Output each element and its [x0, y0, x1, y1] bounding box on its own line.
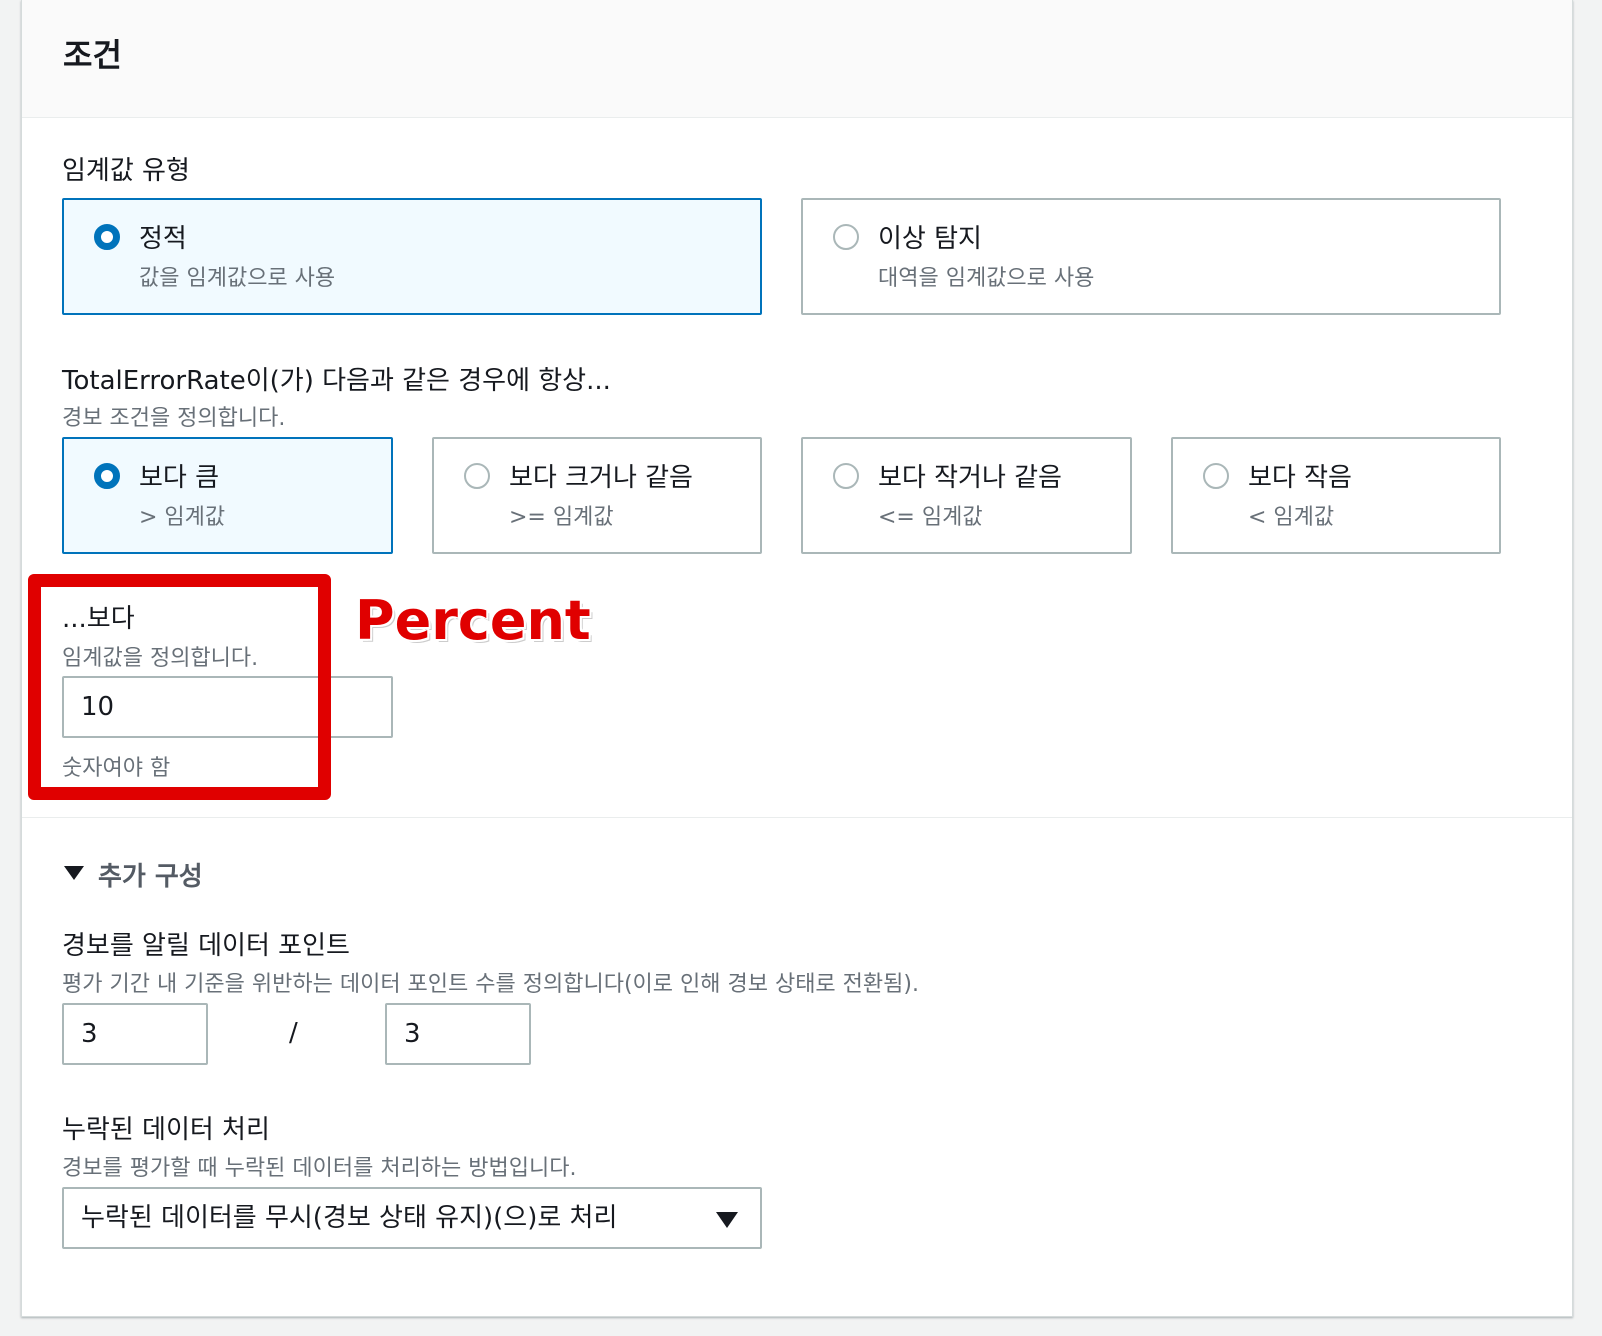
tile-title: 정적 [139, 224, 187, 254]
tile-description: 값을 임계값으로 사용 [139, 266, 336, 291]
panel-header: 조건 [22, 0, 1572, 118]
datapoints-input-a[interactable]: 3 [62, 1003, 208, 1065]
condition-greater-tile[interactable]: 보다 큼 > 임계값 [62, 437, 393, 554]
caret-down-icon[interactable] [64, 866, 84, 880]
tile-description: > 임계값 [139, 505, 226, 530]
condition-less-equal-tile[interactable]: 보다 작거나 같음 <= 임계값 [801, 437, 1132, 554]
datapoints-input-b[interactable]: 3 [385, 1003, 531, 1065]
caret-down-icon [716, 1212, 738, 1228]
tile-title: 보다 작거나 같음 [878, 463, 1062, 493]
missing-data-selected-value: 누락된 데이터를 무시(경보 상태 유지)(으)로 처리 [81, 1203, 618, 1233]
radio-static[interactable] [94, 224, 120, 250]
datapoints-separator: / [289, 1018, 298, 1048]
missing-data-label: 누락된 데이터 처리 [62, 1115, 270, 1145]
datapoints-description: 평가 기간 내 기준을 위반하는 데이터 포인트 수를 정의합니다(이로 인해 … [62, 972, 919, 997]
datapoints-label: 경보를 알릴 데이터 포인트 [62, 931, 350, 961]
section-divider [22, 817, 1572, 818]
threshold-type-label: 임계값 유형 [62, 156, 190, 186]
tile-title: 이상 탐지 [878, 224, 982, 254]
condition-greater-equal-tile[interactable]: 보다 크거나 같음 >= 임계값 [432, 437, 762, 554]
panel-title: 조건 [63, 36, 122, 74]
radio-less-equal[interactable] [833, 463, 859, 489]
tile-description: >= 임계값 [509, 505, 614, 530]
condition-description: 경보 조건을 정의합니다. [62, 406, 286, 431]
threshold-type-static-tile[interactable]: 정적 값을 임계값으로 사용 [62, 198, 762, 315]
tile-description: <= 임계값 [878, 505, 983, 530]
tile-description: 대역을 임계값으로 사용 [878, 266, 1095, 291]
missing-data-description: 경보를 평가할 때 누락된 데이터를 처리하는 방법입니다. [62, 1156, 577, 1181]
tile-title: 보다 작음 [1248, 463, 1352, 493]
condition-label: TotalErrorRate이(가) 다음과 같은 경우에 항상... [62, 366, 611, 396]
additional-config-toggle[interactable]: 추가 구성 [98, 856, 203, 893]
tile-title: 보다 크거나 같음 [509, 463, 693, 493]
tile-title: 보다 큼 [139, 463, 220, 493]
tile-description: < 임계값 [1248, 505, 1335, 530]
radio-greater-equal[interactable] [464, 463, 490, 489]
threshold-type-anomaly-tile[interactable]: 이상 탐지 대역을 임계값으로 사용 [801, 198, 1501, 315]
condition-less-tile[interactable]: 보다 작음 < 임계값 [1171, 437, 1501, 554]
radio-anomaly[interactable] [833, 224, 859, 250]
annotation-highlight-box [28, 574, 331, 800]
missing-data-select[interactable]: 누락된 데이터를 무시(경보 상태 유지)(으)로 처리 [62, 1187, 762, 1249]
annotation-label: Percent [355, 589, 591, 652]
radio-less[interactable] [1203, 463, 1229, 489]
radio-greater[interactable] [94, 463, 120, 489]
